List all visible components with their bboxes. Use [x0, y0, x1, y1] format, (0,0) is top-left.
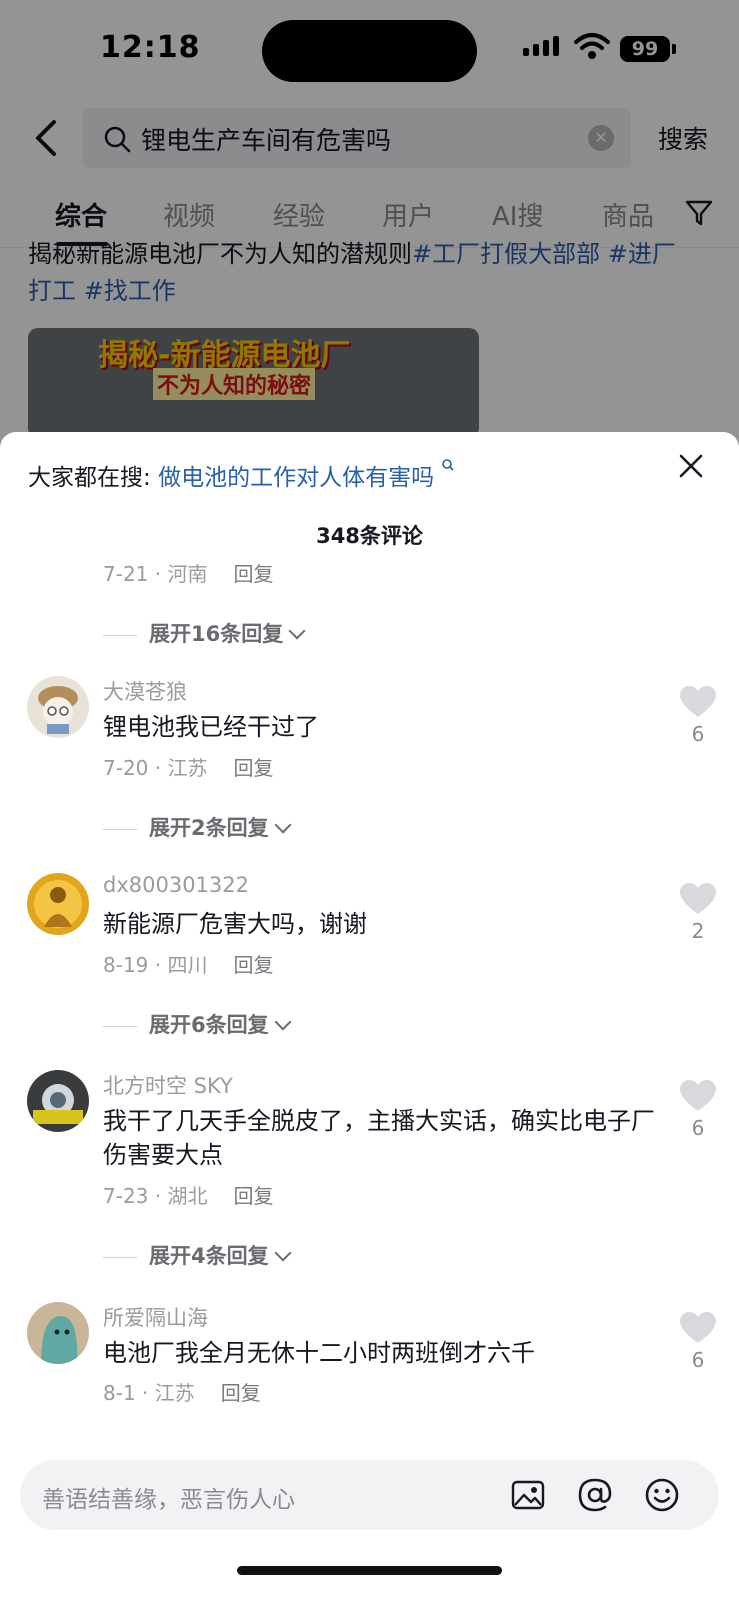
divider-dash: [103, 1025, 137, 1027]
hot-search-row: 大家都在搜: 做电池的工作对人体有害吗: [28, 458, 455, 492]
comment-count: 348条评论: [316, 524, 423, 548]
comment-sheet: 大家都在搜: 做电池的工作对人体有害吗 348条评论 7-21 · 河南 回复 展…: [0, 432, 739, 1600]
comment-text[interactable]: 新能源厂危害大吗，谢谢: [103, 907, 663, 941]
expand-replies-button[interactable]: 展开4条回复: [103, 1240, 292, 1270]
hot-search-link[interactable]: 做电池的工作对人体有害吗: [158, 465, 434, 491]
divider-dash: [103, 1256, 137, 1258]
comment-date-location: 7-20 · 江苏: [103, 756, 208, 780]
avatar[interactable]: [27, 873, 89, 935]
comment-date-location: 7-23 · 湖北: [103, 1184, 208, 1208]
like-button[interactable]: 2: [680, 883, 716, 943]
comment-text[interactable]: 电池厂我全月无休十二小时两班倒才六千: [103, 1336, 663, 1370]
comment-meta: 8-1 · 江苏 回复: [103, 1377, 261, 1406]
divider-dash: [103, 828, 137, 830]
reply-button[interactable]: 回复: [233, 562, 273, 586]
comment-meta: 8-19 · 四川 回复: [103, 949, 273, 978]
avatar[interactable]: [27, 1302, 89, 1364]
heart-icon: [680, 1312, 716, 1343]
reply-button[interactable]: 回复: [233, 1184, 273, 1208]
like-count: 6: [691, 1348, 705, 1372]
hot-search-prefix: 大家都在搜:: [28, 465, 151, 491]
divider-dash: [103, 634, 137, 636]
heart-icon: [680, 686, 716, 717]
avatar[interactable]: [27, 1070, 89, 1132]
comment-input-placeholder: 善语结善缘，恶言伤人心: [42, 1487, 295, 1513]
chevron-down-icon: [274, 816, 292, 834]
comment-username[interactable]: dx800301322: [103, 873, 249, 897]
like-button[interactable]: 6: [680, 686, 716, 746]
reply-button[interactable]: 回复: [233, 953, 273, 977]
comment-meta: 7-20 · 江苏 回复: [103, 752, 273, 781]
expand-replies-button[interactable]: 展开16条回复: [103, 618, 306, 648]
comment-date-location: 8-19 · 四川: [103, 953, 208, 977]
comment-text[interactable]: 锂电池我已经干过了: [103, 710, 663, 744]
chevron-down-icon: [288, 622, 306, 640]
comment-username[interactable]: 北方时空 SKY: [103, 1070, 233, 1100]
avatar[interactable]: [27, 676, 89, 738]
at-mention-icon[interactable]: [577, 1477, 613, 1513]
comment-meta: 7-21 · 河南 回复: [103, 558, 273, 587]
heart-icon: [680, 1080, 716, 1111]
emoji-icon[interactable]: [644, 1477, 680, 1513]
close-icon[interactable]: [677, 452, 705, 480]
chevron-down-icon: [274, 1244, 292, 1262]
comment-date-location: 7-21 · 河南: [103, 562, 208, 586]
small-search-icon: [442, 459, 454, 471]
expand-replies-label: 展开6条回复: [149, 1013, 269, 1037]
comment-username[interactable]: 大漠苍狼: [103, 676, 187, 706]
reply-button[interactable]: 回复: [221, 1381, 261, 1405]
expand-replies-label: 展开4条回复: [149, 1244, 269, 1268]
home-indicator[interactable]: [237, 1566, 502, 1575]
heart-icon: [680, 883, 716, 914]
expand-replies-label: 展开16条回复: [149, 622, 284, 646]
comment-date-location: 8-1 · 江苏: [103, 1381, 195, 1405]
expand-replies-button[interactable]: 展开2条回复: [103, 812, 292, 842]
like-count: 6: [691, 722, 705, 746]
like-button[interactable]: 6: [680, 1080, 716, 1140]
chevron-down-icon: [274, 1013, 292, 1031]
comment-text[interactable]: 我干了几天手全脱皮了，主播大实话，确实比电子厂伤害要大点: [103, 1104, 663, 1172]
comment-input[interactable]: 善语结善缘，恶言伤人心: [20, 1460, 719, 1530]
expand-replies-label: 展开2条回复: [149, 816, 269, 840]
comment-meta: 7-23 · 湖北 回复: [103, 1180, 273, 1209]
image-icon[interactable]: [510, 1477, 546, 1513]
comment-username[interactable]: 所爱隔山海: [103, 1302, 208, 1332]
like-count: 6: [691, 1116, 705, 1140]
like-button[interactable]: 6: [680, 1312, 716, 1372]
like-count: 2: [691, 919, 705, 943]
reply-button[interactable]: 回复: [233, 756, 273, 780]
expand-replies-button[interactable]: 展开6条回复: [103, 1009, 292, 1039]
